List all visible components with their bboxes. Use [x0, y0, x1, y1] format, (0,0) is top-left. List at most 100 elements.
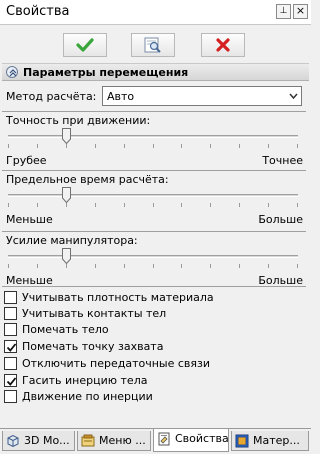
accuracy-slider-group: Точность при движении: Грубее Точнее: [0, 111, 311, 171]
3d-model-icon: [7, 434, 19, 448]
slider-tick: [239, 144, 240, 148]
checkbox[interactable]: [4, 307, 17, 320]
tab-3d-model[interactable]: 3D Мо...: [2, 431, 75, 451]
checkbox-label: Помечать точку захвата: [22, 340, 164, 353]
tab-label: Меню ...: [99, 434, 146, 447]
checkbox-label: Учитывать плотность материала: [22, 291, 214, 304]
slider-thumb[interactable]: [62, 248, 71, 264]
slider-tick: [153, 264, 154, 268]
slider-tick: [297, 264, 298, 268]
checkmark-icon: [6, 343, 17, 352]
slider-tick: [239, 264, 240, 268]
checkbox[interactable]: [4, 291, 17, 304]
chevron-up-icon[interactable]: [6, 66, 18, 78]
section-header[interactable]: Параметры перемещения: [2, 63, 309, 81]
slider-tick: [210, 203, 211, 207]
checkbox[interactable]: [4, 340, 17, 353]
cross-icon: [216, 38, 230, 52]
section-title: Параметры перемещения: [23, 66, 189, 79]
slider-tick: [210, 264, 211, 268]
slider-track[interactable]: [8, 135, 298, 138]
slider-ticks: [8, 203, 298, 207]
tab-materials[interactable]: Матер...: [231, 431, 309, 451]
slider-tick: [153, 144, 154, 148]
slider-max-label: Точнее: [262, 154, 303, 167]
pin-button[interactable]: ⊥: [276, 4, 291, 19]
separator: [2, 231, 306, 232]
separator: [2, 111, 306, 112]
slider-tick: [124, 144, 125, 148]
separator: [2, 170, 306, 171]
option-inertial-motion[interactable]: Движение по инерции: [4, 389, 304, 405]
method-label: Метод расчёта:: [6, 90, 97, 103]
slider-ticks: [8, 264, 298, 268]
tab-label: 3D Мо...: [24, 434, 70, 447]
checkbox[interactable]: [4, 390, 17, 403]
slider-tick: [8, 203, 9, 207]
slider-tick: [95, 264, 96, 268]
slider-thumb[interactable]: [62, 187, 71, 203]
slider-tick: [95, 144, 96, 148]
slider-track[interactable]: [8, 194, 298, 197]
slider-tick: [210, 144, 211, 148]
checkmark-icon: [76, 38, 94, 52]
slider-tick: [181, 144, 182, 148]
tab-menu[interactable]: Меню ...: [77, 431, 151, 451]
bottom-tabbar: 3D Мо... Меню ... Свойства Матер...: [0, 428, 311, 454]
manipulator-force-slider-group: Усилие манипулятора: Меньше Больше: [0, 231, 311, 291]
slider-thumb[interactable]: [62, 128, 71, 144]
chevron-down-icon[interactable]: [285, 87, 301, 105]
slider-min-label: Меньше: [6, 213, 53, 226]
menu-icon: [81, 434, 95, 447]
slider-tick: [297, 144, 298, 148]
slider-tick: [66, 203, 67, 207]
slider-tick: [37, 203, 38, 207]
slider-tick: [66, 264, 67, 268]
slider-tick: [181, 264, 182, 268]
slider-tick: [297, 203, 298, 207]
slider-tick: [95, 203, 96, 207]
tab-label: Матер...: [253, 434, 300, 447]
option-mark-grip-point[interactable]: Помечать точку захвата: [4, 339, 304, 355]
tab-properties[interactable]: Свойства: [153, 429, 229, 452]
option-mark-body[interactable]: Помечать тело: [4, 322, 304, 338]
checkbox-label: Учитывать контакты тел: [22, 307, 167, 320]
properties-icon: [158, 432, 170, 446]
option-disable-transmission[interactable]: Отключить передаточные связи: [4, 356, 304, 372]
panel-titlebar: Свойства ⊥ ×: [0, 0, 311, 25]
option-damp-inertia[interactable]: Гасить инерцию тела: [4, 373, 304, 389]
slider-tick: [153, 203, 154, 207]
slider-tick: [37, 264, 38, 268]
close-button[interactable]: ×: [293, 4, 308, 19]
preview-icon: [144, 37, 161, 53]
slider-tick: [268, 203, 269, 207]
cancel-button[interactable]: [201, 33, 245, 57]
time-limit-slider-group: Предельное время расчёта: Меньше Больше: [0, 170, 311, 230]
tab-label: Свойства: [175, 432, 229, 445]
slider-ticks: [8, 144, 298, 148]
checkbox[interactable]: [4, 357, 17, 370]
option-material-density[interactable]: Учитывать плотность материала: [4, 290, 304, 306]
checkbox-label: Отключить передаточные связи: [22, 357, 211, 370]
checkbox[interactable]: [4, 374, 17, 387]
option-body-contacts[interactable]: Учитывать контакты тел: [4, 306, 304, 322]
ok-button[interactable]: [63, 33, 107, 57]
slider-min-label: Грубее: [6, 154, 47, 167]
slider-tick: [239, 203, 240, 207]
checkbox-label: Гасить инерцию тела: [22, 374, 148, 387]
slider-tick: [8, 144, 9, 148]
slider-title: Точность при движении:: [6, 114, 151, 127]
slider-max-label: Больше: [258, 213, 303, 226]
materials-icon: [235, 434, 249, 448]
action-toolbar: [0, 25, 311, 63]
method-value: Авто: [107, 90, 135, 103]
slider-tick: [8, 264, 9, 268]
preview-button[interactable]: [131, 33, 175, 57]
slider-tick: [37, 144, 38, 148]
method-select[interactable]: Авто: [102, 86, 302, 106]
slider-tick: [181, 203, 182, 207]
slider-track[interactable]: [8, 255, 298, 258]
slider-tick: [124, 264, 125, 268]
checkbox[interactable]: [4, 323, 17, 336]
checkmark-icon: [6, 377, 17, 386]
